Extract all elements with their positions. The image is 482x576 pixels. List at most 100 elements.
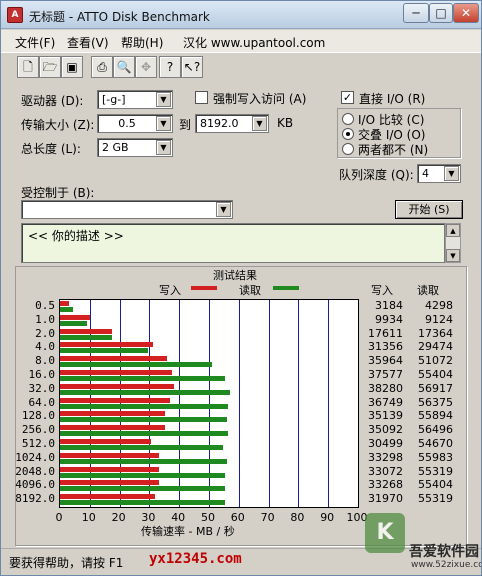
menu-help[interactable]: 帮助(H): [121, 34, 163, 51]
queue-depth-label: 队列深度 (Q):: [339, 168, 414, 182]
drive-value: [-g-]: [102, 93, 126, 106]
description-textarea[interactable]: << 你的描述 >>: [21, 223, 445, 263]
write-bar: [60, 494, 156, 500]
transfer-size-label: 128.0: [21, 409, 55, 423]
title-bar[interactable]: A 无标题 - ATTO Disk Benchmark ─ □ ✕: [1, 1, 481, 29]
description-scrollbar[interactable]: ▲ ▼: [445, 223, 461, 263]
chevron-down-icon: ▼: [156, 92, 171, 107]
minimize-button[interactable]: ─: [403, 3, 429, 23]
write-value: 30499: [368, 436, 403, 450]
write-bar: [60, 301, 70, 306]
force-write-label: 强制写入访问 (A): [213, 92, 307, 106]
transfer-size-label: 0.5: [35, 298, 55, 312]
help-icon[interactable]: ?: [159, 56, 181, 78]
io-compare-radio[interactable]: [342, 113, 354, 125]
gridline: [268, 300, 270, 507]
x-tick-label: 0: [55, 511, 63, 524]
read-value: 55404: [418, 367, 453, 381]
write-bar: [60, 411, 165, 417]
overlapped-io-radio[interactable]: [342, 128, 354, 140]
x-tick-label: 70: [260, 511, 275, 524]
write-bar: [60, 452, 160, 458]
print-preview-icon[interactable]: 🔍: [113, 56, 135, 78]
total-length-value: 2 GB: [102, 141, 129, 154]
queue-depth-select[interactable]: 4 ▼: [417, 164, 461, 183]
read-value: 55404: [418, 478, 453, 492]
chevron-down-icon: ▼: [216, 202, 231, 217]
scroll-down-icon[interactable]: ▼: [446, 249, 460, 262]
x-tick-label: 80: [290, 511, 305, 524]
read-bar: [60, 445, 223, 450]
read-value: 17364: [418, 326, 453, 340]
read-value: 55894: [418, 409, 453, 423]
read-value: 4298: [425, 298, 453, 312]
column-header-read: 读取: [417, 284, 439, 297]
read-bar: [60, 403, 228, 409]
context-help-icon[interactable]: ↖?: [181, 56, 203, 78]
chevron-down-icon: ▼: [156, 140, 171, 155]
force-write-checkbox[interactable]: [195, 91, 208, 104]
direct-io-checkbox[interactable]: ✓: [341, 91, 354, 104]
results-title: 测试结果: [211, 267, 259, 283]
write-bar: [60, 397, 170, 403]
description-text: << 你的描述 >>: [28, 229, 124, 243]
x-tick-label: 20: [111, 511, 126, 524]
x-tick-label: 10: [81, 511, 96, 524]
total-length-label: 总长度 (L):: [21, 142, 81, 156]
menu-view[interactable]: 查看(V): [67, 34, 109, 51]
write-value: 3184: [375, 298, 403, 312]
print-icon[interactable]: ⎙: [91, 56, 113, 78]
write-bar: [60, 356, 168, 362]
menu-localized-by[interactable]: 汉化 www.upantool.com: [183, 34, 325, 51]
transfer-to-select[interactable]: 8192.0 ▼: [195, 114, 269, 133]
open-icon[interactable]: 🗁: [39, 56, 61, 78]
write-bar: [60, 342, 154, 348]
transfer-size-label: 2.0: [35, 326, 55, 340]
transfer-size-label: 256.0: [21, 423, 55, 437]
menu-file[interactable]: 文件(F): [15, 34, 55, 51]
write-value: 35092: [368, 423, 403, 437]
controlled-by-select[interactable]: ▼: [21, 200, 233, 219]
read-bar: [60, 348, 148, 354]
close-button[interactable]: ✕: [453, 3, 479, 23]
write-bar: [60, 466, 159, 472]
start-button[interactable]: 开始 (S): [395, 200, 463, 219]
brand-url: www.52zixue.com: [411, 560, 481, 570]
legend-read-label: 读取: [239, 284, 261, 297]
move-icon[interactable]: ✥: [135, 56, 157, 78]
save-icon[interactable]: ▣: [61, 56, 83, 78]
drive-select[interactable]: [-g-] ▼: [97, 90, 173, 109]
write-value: 9934: [375, 312, 403, 326]
write-bar: [60, 370, 172, 375]
transfer-size-label: 64.0: [28, 395, 56, 409]
neither-radio[interactable]: [342, 143, 354, 155]
read-bar: [60, 320, 88, 326]
write-value: 37577: [368, 367, 403, 381]
total-length-select[interactable]: 2 GB ▼: [97, 138, 173, 157]
neither-label: 两者都不 (N): [358, 143, 429, 157]
transfer-to-value: 8192.0: [200, 117, 239, 130]
transfer-size-label: 4096.0: [15, 478, 55, 492]
legend-write-swatch: [191, 286, 217, 290]
read-bar: [60, 307, 73, 312]
write-value: 35139: [368, 409, 403, 423]
brand-logo-icon: K: [365, 513, 405, 553]
direct-io-label: 直接 I/O (R): [359, 92, 426, 106]
read-bar: [60, 362, 213, 368]
write-bar: [60, 328, 113, 334]
chevron-down-icon: ▼: [444, 166, 459, 181]
read-bar: [60, 376, 226, 381]
scroll-up-icon[interactable]: ▲: [446, 224, 460, 237]
chevron-down-icon: ▼: [156, 116, 171, 131]
transfer-size-label: 传输大小 (Z):: [21, 118, 95, 132]
transfer-from-select[interactable]: 0.5 ▼: [97, 114, 173, 133]
legend-read-swatch: [273, 286, 299, 290]
read-bar: [60, 472, 225, 478]
new-icon[interactable]: 🗋: [17, 56, 39, 78]
write-value: 38280: [368, 381, 403, 395]
read-value: 56375: [418, 395, 453, 409]
maximize-button[interactable]: □: [429, 3, 453, 23]
unit-label: KB: [277, 116, 294, 130]
read-bar: [60, 500, 225, 506]
read-value: 54670: [418, 436, 453, 450]
